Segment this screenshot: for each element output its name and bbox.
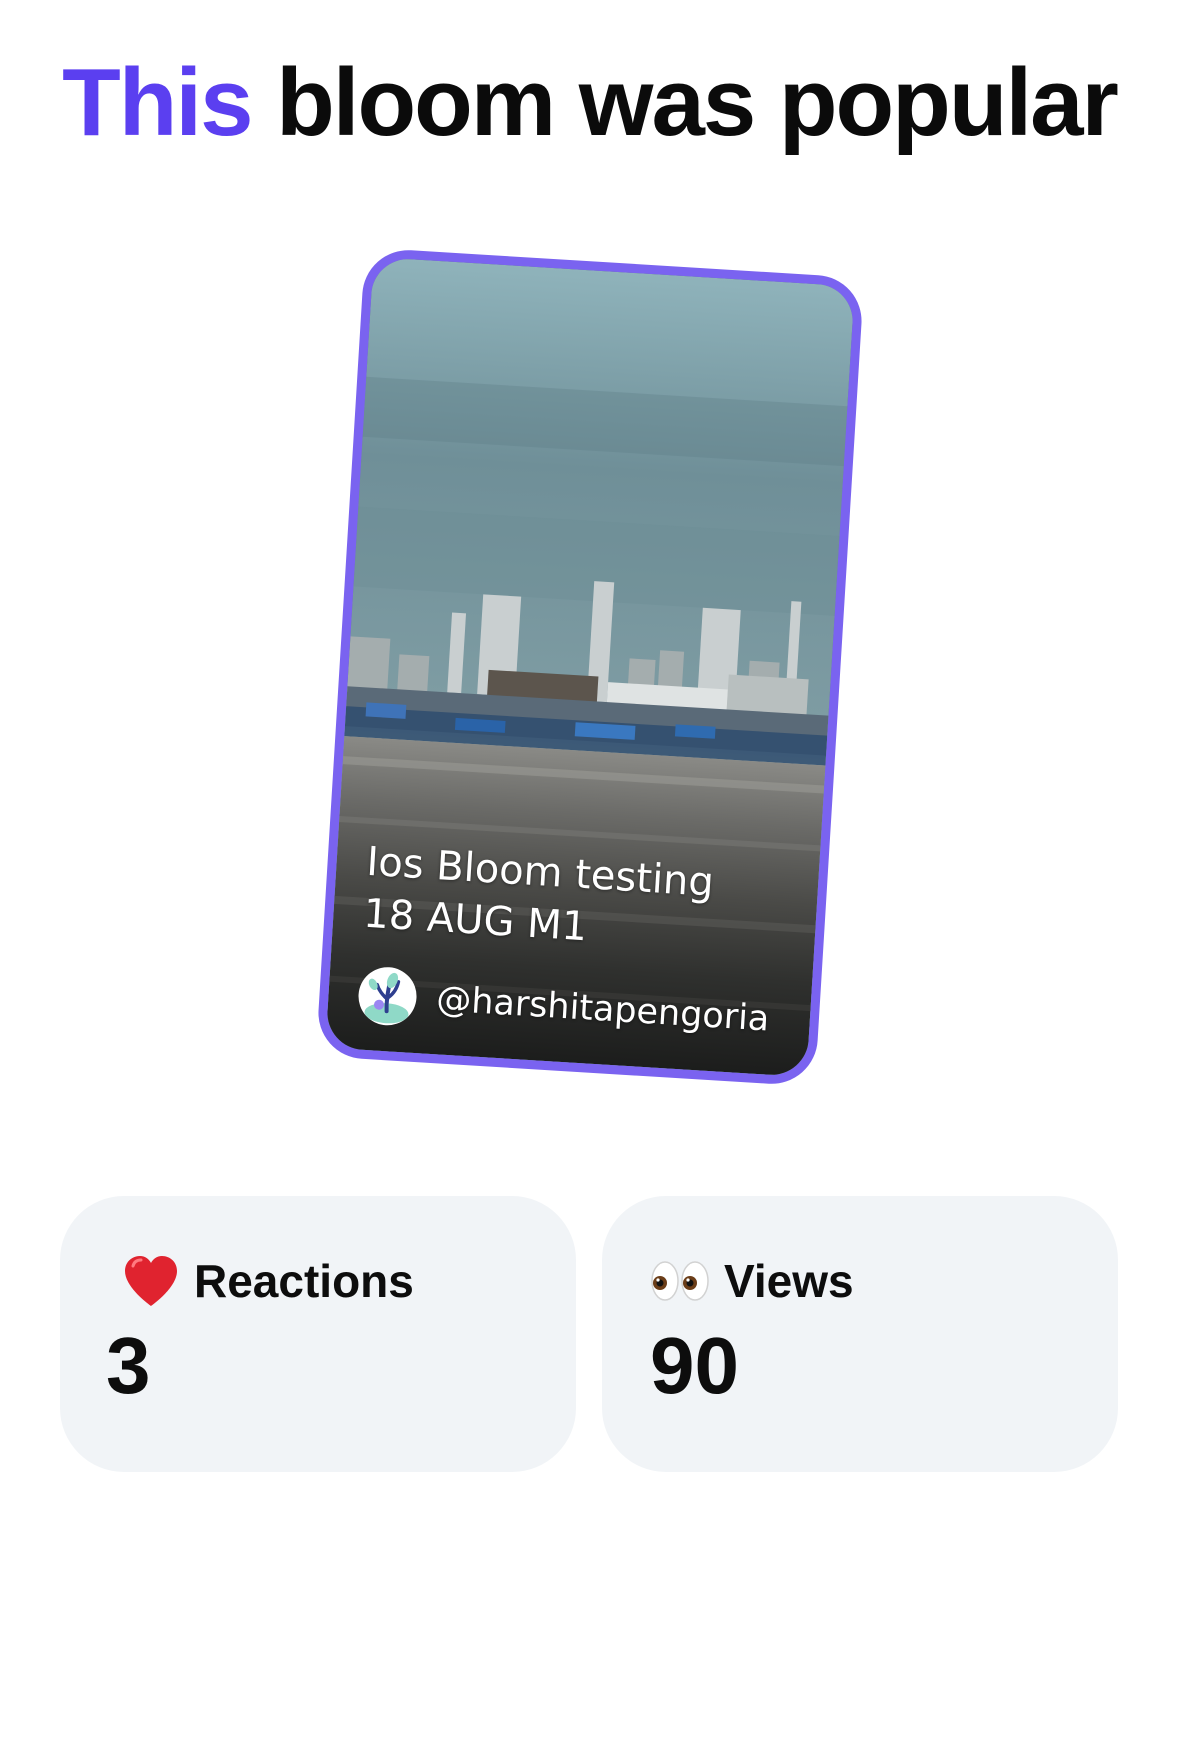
views-stat-card: Views 90 bbox=[602, 1196, 1118, 1472]
bloom-card-frame[interactable]: Ios Bloom testing 18 AUG M1 @harshitapen… bbox=[315, 247, 865, 1087]
bloom-plant-icon bbox=[364, 972, 409, 1024]
page-title: This bloom was popular bbox=[0, 48, 1179, 158]
bloom-popular-screen: This bloom was popular Ios Bloom testing… bbox=[0, 0, 1179, 1740]
eyes-icon bbox=[650, 1259, 710, 1303]
reactions-count: 3 bbox=[106, 1321, 151, 1410]
reactions-stat-header: Reactions bbox=[122, 1254, 414, 1308]
author-handle[interactable]: @harshitapengoria bbox=[435, 979, 770, 1039]
avatar[interactable] bbox=[356, 965, 419, 1027]
views-stat-header: Views bbox=[650, 1254, 854, 1308]
heart-icon bbox=[122, 1254, 180, 1308]
page-title-rest: bloom was popular bbox=[276, 49, 1119, 156]
reactions-label: Reactions bbox=[194, 1255, 414, 1307]
reactions-stat-card: Reactions 3 bbox=[60, 1196, 576, 1472]
views-count: 90 bbox=[650, 1321, 739, 1410]
views-label: Views bbox=[724, 1255, 854, 1307]
bloom-card[interactable]: Ios Bloom testing 18 AUG M1 @harshitapen… bbox=[315, 247, 865, 1087]
page-title-accent: This bbox=[62, 49, 253, 156]
